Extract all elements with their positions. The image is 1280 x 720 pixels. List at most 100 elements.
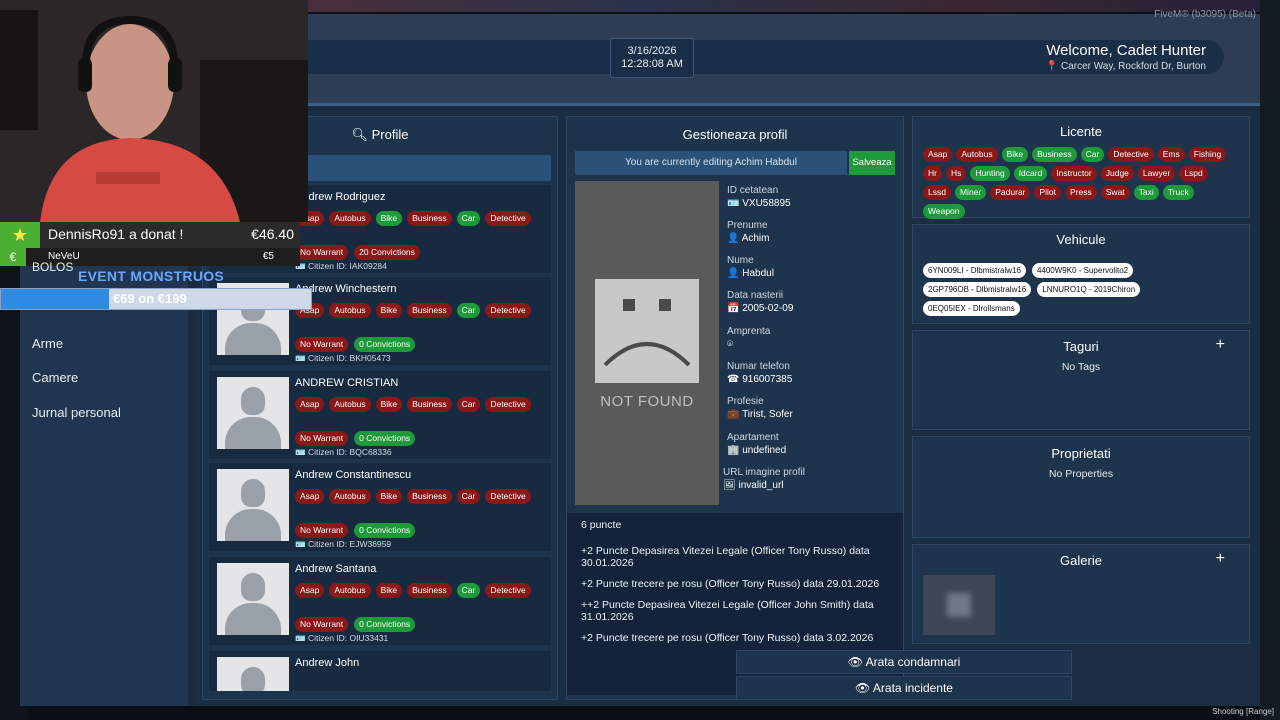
galerie-title: Galerie (1060, 553, 1102, 568)
license-tag[interactable]: Hs (945, 166, 967, 181)
save-button[interactable]: Salveaza (849, 151, 895, 175)
license-tag[interactable]: Hr (923, 166, 942, 181)
license-tag[interactable]: Idcard (1013, 166, 1048, 181)
taguri-title: Taguri (1063, 339, 1099, 354)
profile-field[interactable]: Prenume 👤 Achim (727, 220, 769, 244)
citizen-id-line: 🪪 Citizen ID: OIU33431 (295, 633, 388, 644)
license-tag[interactable]: Padurar (990, 185, 1031, 200)
field-label: Amprenta (727, 326, 771, 337)
welcome-block: Welcome, Cadet Hunter 📍 Carcer Way, Rock… (1046, 42, 1206, 72)
profile-field[interactable]: Numar telefon ☎ 916007385 (727, 361, 792, 385)
license-tags: Asap Autobus Bike Business Car Detective (295, 583, 531, 598)
editing-banner: You are currently editing Achim Habdul (575, 151, 847, 175)
not-found-text: NOT FOUND (600, 393, 694, 410)
license-tag[interactable]: Lssd (923, 185, 951, 200)
show-incidents-button[interactable]: 👁 Arata incidente (736, 676, 1072, 700)
licente-list: Asap Autobus Bike Business Car Detective Ems Fi… (923, 147, 1239, 219)
license-tag[interactable]: Press (1065, 185, 1097, 200)
profile-name: Andrew John (295, 657, 360, 669)
citizen-id: Citizen ID: IAK09284 (307, 261, 387, 271)
streamer-figure (0, 0, 308, 222)
license-tag[interactable]: Fishing (1188, 147, 1227, 162)
nav-item-bolos[interactable]: BOLOS (32, 260, 73, 274)
building-icon: 🏢 (727, 445, 740, 456)
goal-text: €69 on €199 (113, 291, 187, 306)
field-value: Achim (741, 233, 770, 244)
license-tag[interactable]: Detective (1108, 147, 1154, 162)
nav-item-arme[interactable]: Arme (32, 336, 63, 351)
profile-card[interactable]: ANDREW CRISTIAN Asap Autobus Bike Business Ca… (209, 371, 551, 459)
profile-field[interactable]: Data nasterii 📅 2005-02-09 (727, 290, 793, 314)
license-tag[interactable]: Lawyer (1137, 166, 1176, 181)
sad-face-icon (595, 279, 699, 383)
license-tag[interactable]: Pilot (1034, 185, 1062, 200)
license-tag[interactable]: Swat (1100, 185, 1130, 200)
field-label: Nume (727, 255, 754, 266)
license-tag[interactable]: Hunting (970, 166, 1010, 181)
license-tag[interactable]: Truck (1162, 185, 1194, 200)
goal-fill (1, 289, 109, 309)
license-tag[interactable]: Weapon (923, 204, 965, 219)
profile-name: Andrew Santana (295, 563, 377, 575)
licente-panel: Licente Asap Autobus Bike Business Car Detect… (912, 116, 1250, 219)
profile-field[interactable]: Nume 👤 Habdul (727, 255, 774, 279)
license-tag[interactable]: Judge (1100, 166, 1134, 181)
gallery-thumbnail[interactable] (923, 575, 995, 635)
license-tag[interactable]: Asap (923, 147, 953, 162)
id-card-icon: 🪪 (295, 633, 306, 643)
profile-field[interactable]: Profesie 💼 Tirist, Sofer (727, 396, 793, 420)
proprietati-title: Proprietati (1051, 446, 1111, 461)
field-label: URL imagine profil (723, 467, 805, 478)
welcome-text: Welcome, Cadet Hunter (1046, 42, 1206, 59)
location-text: Carcer Way, Rockford Dr, Burton (1060, 61, 1206, 72)
field-value-line: 📅 2005-02-09 (727, 303, 793, 314)
license-tag[interactable]: Lspd (1179, 166, 1208, 181)
status-tags: No Warrant 0 Convictions (295, 431, 416, 446)
warrant-badge: No Warrant (295, 523, 349, 538)
add-gallery-button[interactable]: + (1216, 550, 1225, 568)
vehicle-tag[interactable]: 6YN009LI - Dlbmistralw16 (923, 263, 1026, 278)
license-tag[interactable]: Miner (954, 185, 987, 200)
profile-title-text: Profile (371, 127, 409, 142)
license-tag[interactable]: Bike (1001, 147, 1029, 162)
license-tag[interactable]: Business (1032, 147, 1077, 162)
status-tags: No Warrant 0 Convictions (295, 523, 416, 538)
points-entry: +2 Puncte trecere pe rosu (Officer Tony … (581, 632, 874, 644)
vehicle-tag[interactable]: 2GP796OB - Dlbmistralw16 (923, 282, 1032, 297)
time-text: 12:28:08 AM (621, 58, 683, 70)
field-value-line: 👤 Habdul (727, 268, 774, 279)
license-tags: Asap Autobus Bike Business Car Detective (295, 489, 531, 504)
license-tag[interactable]: Autobus (956, 147, 998, 162)
profile-card[interactable]: Andrew Constantinescu Asap Autobus Bike Busi… (209, 463, 551, 551)
license-tag[interactable]: Car (1080, 147, 1105, 162)
license-tag[interactable]: Taxi (1133, 185, 1159, 200)
convictions-badge: 20 Convictions (354, 245, 420, 260)
calendar-icon: 📅 (727, 303, 740, 314)
id-card-icon: 🪪 (295, 539, 306, 549)
license-tag: Detective (485, 583, 531, 598)
vehicle-tag[interactable]: 4400W9K0 - Supervolito2 (1031, 263, 1134, 278)
profile-card[interactable]: Andrew Santana Asap Autobus Bike Business Car… (209, 557, 551, 645)
profile-card[interactable]: Andrew John (209, 651, 551, 691)
license-tag: Business (407, 211, 452, 226)
show-convictions-button[interactable]: 👁 Arata condamnari (736, 650, 1072, 674)
license-tag[interactable]: Instructor (1051, 166, 1097, 181)
license-tag: Bike (375, 397, 403, 412)
profile-field[interactable]: URL imagine profil 🖼 invalid_url (723, 467, 805, 491)
donor-text: DennisRo91 a donat ! (48, 226, 184, 242)
profile-field[interactable]: Amprenta ⌾ (727, 326, 770, 350)
citizen-id: Citizen ID: EJW36959 (307, 539, 392, 549)
nav-item-jurnal[interactable]: Jurnal personal (32, 405, 121, 420)
vehicle-tag[interactable]: 0EQ05IEX - Dlrollsmans (923, 301, 1020, 316)
license-tag[interactable]: Ems (1157, 147, 1185, 162)
star-icon: ★ (0, 222, 40, 248)
add-tag-button[interactable]: + (1216, 336, 1225, 354)
license-tag: Business (407, 303, 452, 318)
profile-photo[interactable]: NOT FOUND (575, 181, 719, 505)
image-icon: 🖼 (723, 480, 736, 491)
nav-item-camere[interactable]: Camere (32, 370, 78, 385)
profile-field[interactable]: Apartament 🏢 undefined (727, 432, 786, 456)
vehicle-tag[interactable]: LNNURO1Q - 2019Chiron (1037, 282, 1141, 297)
profile-field[interactable]: ID cetatean 🪪 VXU58895 (727, 185, 791, 209)
vehicule-title: Vehicule (1056, 232, 1106, 247)
